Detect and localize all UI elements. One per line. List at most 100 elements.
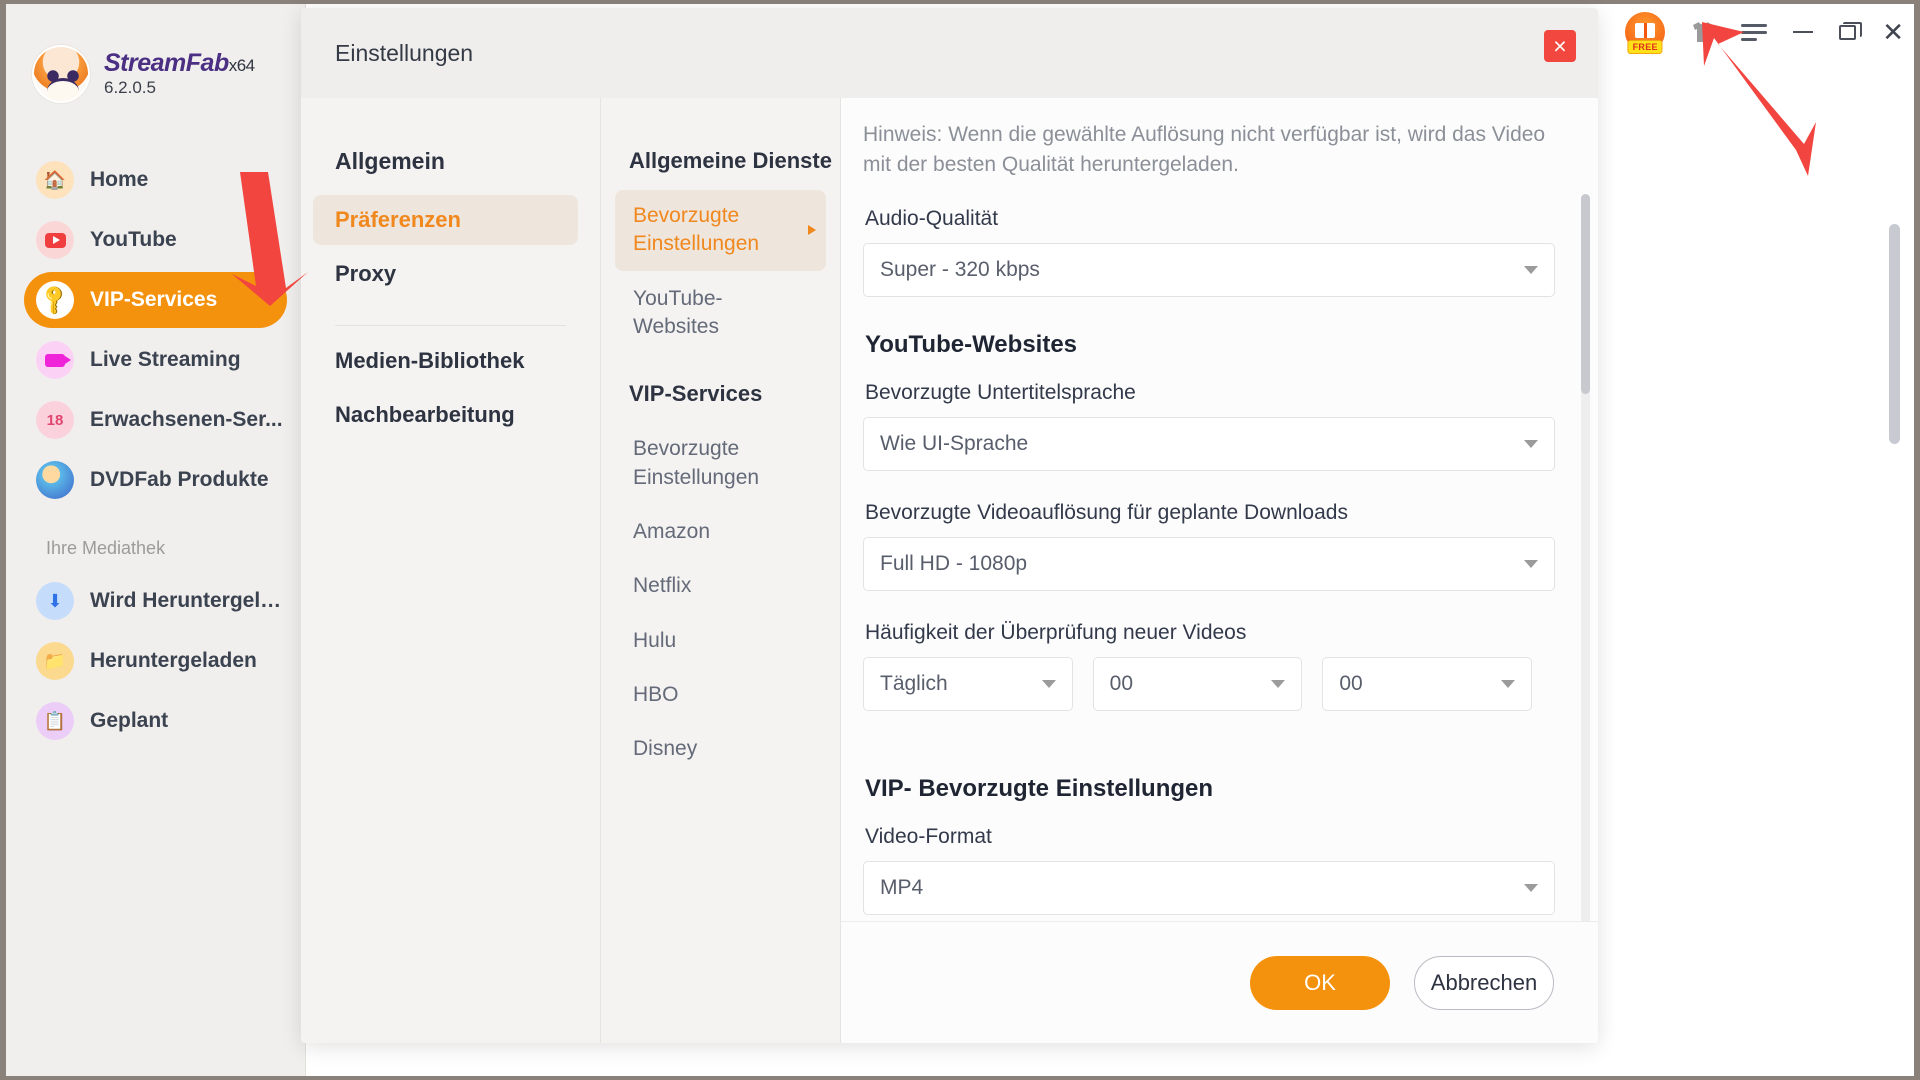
camera-icon (36, 341, 74, 379)
settings-nav-item-bevorzugte-einstellungen-general[interactable]: Bevorzugte Einstellungen (615, 190, 826, 271)
brand-text-block: StreamFabx64 6.2.0.5 (104, 48, 255, 98)
minimize-icon[interactable] (1793, 31, 1814, 33)
brand-version: 6.2.0.5 (104, 78, 156, 98)
left-sidebar: StreamFabx64 6.2.0.5 🏠 Home YouTube 🔑 VI… (6, 4, 306, 1076)
settings-nav-item-nachbearbeitung[interactable]: Nachbearbeitung (313, 390, 578, 440)
streamfab-logo-icon (32, 45, 90, 103)
subtitle-language-label: Bevorzugte Untertitelsprache (865, 380, 1136, 404)
check-frequency-hour-select[interactable]: 00 (1092, 656, 1303, 711)
sidebar-item-vip-services[interactable]: 🔑 VIP-Services (24, 272, 287, 328)
sidebar-nav: 🏠 Home YouTube 🔑 VIP-Services Live Strea… (6, 152, 305, 749)
subtitle-language-value: Wie UI-Sprache (880, 431, 1029, 455)
content-scrollbar-thumb[interactable] (1889, 224, 1900, 444)
settings-nav-item-hbo[interactable]: HBO (615, 669, 826, 721)
settings-nav-heading-allgemein: Allgemein (335, 148, 445, 174)
close-icon[interactable]: ✕ (1882, 19, 1904, 45)
check-frequency-minute-select[interactable]: 00 (1322, 656, 1533, 711)
sidebar-item-youtube[interactable]: YouTube (24, 212, 287, 268)
calendar-list-icon: 📋 (36, 702, 74, 740)
settings-dialog-body: Allgemein Präferenzen Proxy Medien-Bibli… (301, 98, 1598, 1043)
audio-quality-value: Super - 320 kbps (880, 257, 1040, 281)
vip-preferences-section-title: VIP- Bevorzugte Einstellungen (865, 774, 1214, 802)
chevron-down-icon (1524, 265, 1538, 274)
audio-quality-label: Audio-Qualität (865, 206, 999, 230)
youtube-icon (36, 221, 74, 259)
settings-nav-item-proxy[interactable]: Proxy (313, 249, 578, 299)
maximize-icon[interactable] (1839, 21, 1863, 40)
settings-scrollbar-thumb[interactable] (1581, 194, 1590, 394)
window-controls: FREE ✕ (1625, 12, 1904, 54)
sidebar-item-downloaded[interactable]: 📁 Heruntergeladen (24, 633, 287, 689)
video-format-value: MP4 (880, 875, 924, 899)
download-arrow-icon: ⬇ (36, 582, 74, 620)
sidebar-item-adult-services[interactable]: 18 Erwachsenen-Ser... (24, 392, 287, 448)
content-scrollbar[interactable] (1889, 214, 1900, 1074)
app-brand: StreamFabx64 6.2.0.5 (6, 38, 305, 110)
scheduled-resolution-select[interactable]: Full HD - 1080p (863, 536, 1555, 591)
video-format-label: Video-Format (865, 824, 992, 848)
brand-name-text: StreamFab (104, 48, 229, 77)
chevron-down-icon (1524, 559, 1538, 568)
check-frequency-value: Täglich (880, 671, 948, 695)
settings-scroll-region: Hinweis: Wenn die gewählte Auflösung nic… (841, 98, 1598, 921)
ok-button[interactable]: OK (1250, 955, 1390, 1010)
check-frequency-hour-value: 00 (1109, 671, 1134, 695)
check-frequency-select[interactable]: Täglich (863, 656, 1073, 711)
adult-18-icon: 18 (36, 401, 74, 439)
settings-scrollbar[interactable] (1581, 194, 1590, 921)
settings-nav-heading-allgemeine-dienste: Allgemeine Dienste (629, 148, 832, 173)
cancel-button[interactable]: Abbrechen (1414, 955, 1554, 1010)
sidebar-item-label: Geplant (90, 709, 169, 732)
settings-nav-item-disney[interactable]: Disney (615, 723, 826, 775)
sidebar-item-label: Live Streaming (90, 348, 241, 371)
settings-dialog: Einstellungen × Allgemein Präferenzen Pr… (301, 8, 1598, 1043)
sidebar-section-label: Ihre Mediathek (46, 538, 166, 558)
check-frequency-row: Täglich 00 00 (863, 656, 1552, 741)
screen-root: StreamFabx64 6.2.0.5 🏠 Home YouTube 🔑 VI… (0, 0, 1920, 1080)
settings-nav-item-netflix[interactable]: Netflix (615, 560, 826, 612)
gift-icon[interactable]: FREE (1625, 12, 1666, 54)
settings-nav-item-bevorzugte-einstellungen-vip[interactable]: Bevorzugte Einstellungen (615, 423, 826, 504)
home-icon: 🏠 (36, 161, 74, 199)
youtube-websites-section-title: YouTube-Websites (865, 330, 1078, 358)
settings-nav-primary: Allgemein Präferenzen Proxy Medien-Bibli… (301, 98, 601, 1043)
check-frequency-minute-value: 00 (1339, 671, 1363, 695)
sidebar-item-label: Home (90, 168, 149, 191)
settings-nav-item-amazon[interactable]: Amazon (615, 506, 826, 558)
settings-nav-item-medien-bibliothek[interactable]: Medien-Bibliothek (313, 336, 578, 386)
hamburger-menu-icon[interactable] (1741, 23, 1768, 41)
check-frequency-label: Häufigkeit der Überprüfung neuer Videos (865, 620, 1247, 644)
sidebar-item-scheduled[interactable]: 📋 Geplant (24, 693, 287, 749)
audio-quality-select[interactable]: Super - 320 kbps (863, 242, 1555, 297)
video-format-select[interactable]: MP4 (863, 860, 1555, 915)
settings-main-panel: Hinweis: Wenn die gewählte Auflösung nic… (841, 98, 1598, 1043)
settings-nav-item-hulu[interactable]: Hulu (615, 615, 826, 667)
folder-icon: 📁 (36, 642, 74, 680)
sidebar-item-label: YouTube (90, 228, 177, 251)
sidebar-item-label: DVDFab Produkte (90, 468, 269, 491)
sidebar-item-label: Erwachsenen-Ser... (90, 408, 283, 431)
settings-dialog-footer: OK Abbrechen (841, 921, 1598, 1043)
brand-arch: x64 (228, 55, 255, 75)
resolution-hint-text: Hinweis: Wenn die gewählte Auflösung nic… (863, 123, 1546, 177)
gift-free-badge: FREE (1627, 40, 1663, 54)
scheduled-resolution-value: Full HD - 1080p (880, 551, 1028, 575)
settings-nav-divider (335, 325, 566, 326)
settings-nav-item-praeferenzen[interactable]: Präferenzen (313, 195, 578, 245)
brand-name: StreamFabx64 (104, 48, 255, 78)
sidebar-item-live-streaming[interactable]: Live Streaming (24, 332, 287, 388)
settings-nav-item-youtube-websites[interactable]: YouTube-Websites (615, 273, 826, 354)
sidebar-item-downloading[interactable]: ⬇ Wird Heruntergela... (24, 573, 287, 629)
close-icon[interactable]: × (1544, 30, 1576, 62)
sidebar-item-home[interactable]: 🏠 Home (24, 152, 287, 208)
sidebar-item-label: Heruntergeladen (90, 649, 257, 672)
chevron-down-icon (1041, 679, 1056, 688)
chevron-down-icon (1501, 679, 1516, 688)
key-icon: 🔑 (36, 281, 74, 319)
subtitle-language-select[interactable]: Wie UI-Sprache (863, 416, 1555, 471)
settings-nav-secondary: Allgemeine Dienste Bevorzugte Einstellun… (601, 98, 841, 1043)
scheduled-resolution-label: Bevorzugte Videoauflösung für geplante D… (865, 500, 1348, 524)
settings-dialog-titlebar: Einstellungen × (301, 8, 1598, 98)
tshirt-icon[interactable] (1691, 21, 1715, 43)
sidebar-item-dvdfab-products[interactable]: DVDFab Produkte (24, 452, 287, 508)
